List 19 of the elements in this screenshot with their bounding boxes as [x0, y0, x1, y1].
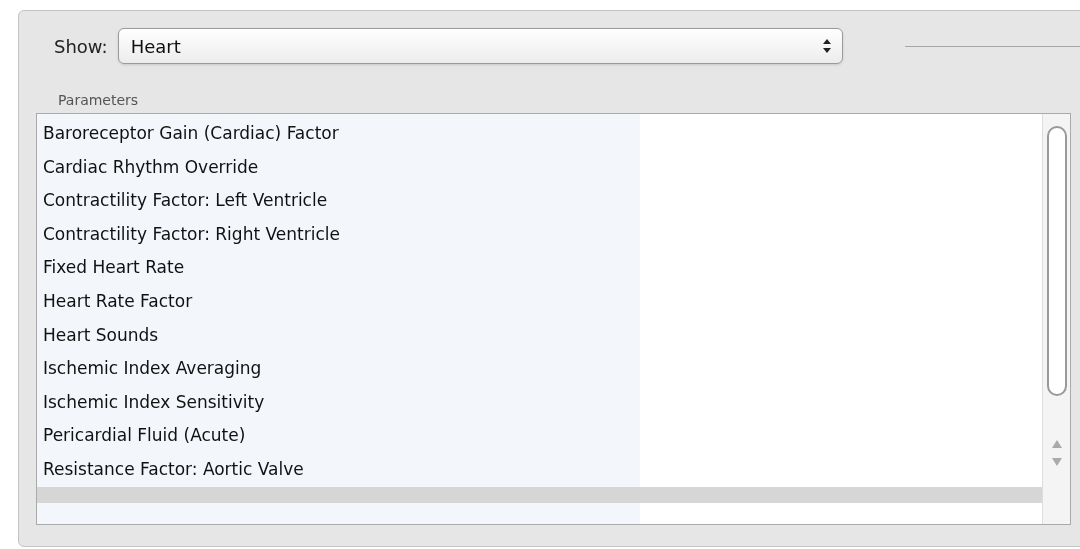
scrollbar[interactable] [1042, 114, 1070, 524]
show-dropdown[interactable]: Heart [117, 28, 844, 64]
parameter-item[interactable]: Ischemic Index Sensitivity [37, 385, 1042, 420]
parameter-item[interactable]: Fixed Heart Rate [37, 251, 1042, 285]
scrollbar-thumb[interactable] [1046, 126, 1067, 396]
parameters-heading: Parameters [58, 93, 140, 107]
parameter-item[interactable]: Baroreceptor Gain (Cardiac) Factor [37, 117, 1042, 151]
parameter-item[interactable]: Heart Sounds [37, 318, 1042, 353]
stepper-icon [822, 38, 833, 54]
parameter-item[interactable]: Contractility Factor: Left Ventricle [37, 184, 1042, 218]
parameter-item[interactable]: Contractility Factor: Right Ventricle [37, 217, 1042, 252]
parameter-item[interactable]: Ischemic Index Averaging [37, 352, 1042, 386]
parameter-item[interactable]: Pericardial Fluid (Acute) [37, 419, 1042, 453]
parameter-item[interactable]: Cardiac Rhythm Override [37, 150, 1042, 185]
show-label: Show: [54, 34, 108, 59]
parameter-item[interactable]: Resistance Factor: Aortic Valve [37, 452, 1042, 487]
scroll-down-icon[interactable] [1051, 458, 1062, 466]
parameter-item[interactable]: Heart Rate Factor [37, 284, 1042, 319]
scroll-up-icon[interactable] [1051, 440, 1062, 448]
